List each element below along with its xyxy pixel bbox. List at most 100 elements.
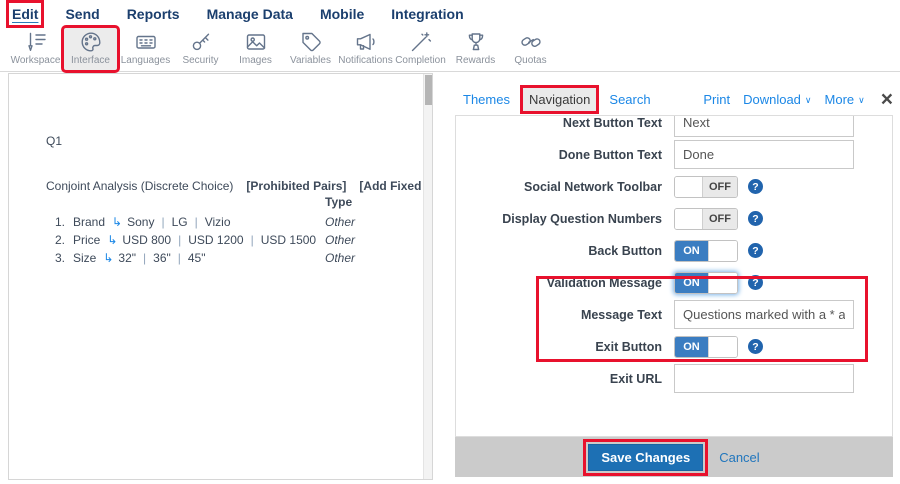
- attribute-index: 2.: [55, 231, 73, 249]
- attribute-name: Size: [73, 251, 96, 265]
- toolbar-item-label: Security: [182, 55, 218, 66]
- toolbar-item-completion[interactable]: Completion: [393, 27, 448, 71]
- form-row-back-button: Back Button ON?: [456, 236, 892, 265]
- attribute-level: 45": [188, 251, 206, 265]
- exit-button-toggle[interactable]: ON: [674, 336, 738, 358]
- attribute-level: USD 1500: [261, 233, 316, 247]
- level-separator: |: [195, 215, 198, 229]
- close-icon[interactable]: ×: [881, 89, 893, 110]
- chevron-down-icon: ∨: [805, 95, 812, 105]
- tab-themes[interactable]: Themes: [457, 88, 516, 111]
- print-link[interactable]: Print: [703, 92, 730, 107]
- attribute-name: Price: [73, 233, 100, 247]
- nav-item-integration[interactable]: Integration: [391, 6, 463, 22]
- top-nav: Edit Send Reports Manage Data Mobile Integrat…: [0, 0, 464, 27]
- toolbar-item-interface[interactable]: Interface: [63, 27, 118, 71]
- nav-item-manage-data[interactable]: Manage Data: [207, 6, 293, 22]
- help-icon[interactable]: ?: [748, 339, 763, 354]
- toolbar-item-variables[interactable]: Variables: [283, 27, 338, 71]
- level-separator: |: [143, 251, 146, 265]
- level-separator: |: [178, 251, 181, 265]
- attribute-index: 1.: [55, 213, 73, 231]
- toolbar-item-label: Workspace: [11, 55, 61, 66]
- level-arrow-icon: ↳: [112, 215, 122, 229]
- attribute-type: Other: [325, 231, 355, 249]
- nav-item-send[interactable]: Send: [65, 6, 99, 22]
- toolbar-item-label: Images: [239, 55, 272, 66]
- attribute-level: 32": [118, 251, 136, 265]
- panel-tabs: Themes Navigation Search: [457, 88, 657, 111]
- validation-message-toggle[interactable]: ON: [674, 272, 738, 294]
- toolbar-item-languages[interactable]: Languages: [118, 27, 173, 71]
- field-label: Exit URL: [456, 372, 662, 386]
- toolbar-item-workspace[interactable]: Workspace: [8, 27, 63, 71]
- field-label: Display Question Numbers: [456, 212, 662, 226]
- settings-form: Next Button TextDone Button TextSocial N…: [455, 115, 893, 437]
- toolbar-item-rewards[interactable]: Rewards: [448, 27, 503, 71]
- form-rows: Next Button TextDone Button TextSocial N…: [456, 115, 892, 393]
- more-label: More: [825, 92, 855, 107]
- image-icon: [244, 30, 268, 54]
- question-link-add-fixed-tasks[interactable]: [Add Fixed Tasks: [359, 179, 433, 193]
- help-icon[interactable]: ?: [748, 275, 763, 290]
- form-row-message-text: Message Text: [456, 300, 892, 329]
- field-label: Back Button: [456, 244, 662, 258]
- toolbar-item-notifications[interactable]: Notifications: [338, 27, 393, 71]
- save-changes-button[interactable]: Save Changes: [588, 444, 703, 471]
- toggle-state-label: OFF: [703, 177, 737, 197]
- help-icon[interactable]: ?: [748, 243, 763, 258]
- attribute-row: 1.Brand↳Sony|LG|VizioOther: [46, 213, 416, 231]
- level-separator: |: [178, 233, 181, 247]
- survey-preview-panel: Q1 Conjoint Analysis (Discrete Choice) […: [8, 73, 433, 480]
- attribute-level: 36": [153, 251, 171, 265]
- field-label: Validation Message: [456, 276, 662, 290]
- toolbar-item-label: Completion: [395, 55, 446, 66]
- question-number: Q1: [46, 134, 416, 148]
- attribute-level: USD 1200: [188, 233, 243, 247]
- attribute-level: Sony: [127, 215, 154, 229]
- preview-scrollbar[interactable]: [423, 74, 432, 479]
- header-actions: Print Download∨ More∨ ×: [703, 89, 893, 110]
- toolbar-item-label: Languages: [121, 55, 171, 66]
- tag-icon: [299, 30, 323, 54]
- question-link-prohibited-pairs[interactable]: [Prohibited Pairs]: [246, 179, 346, 193]
- toolbar-item-quotas[interactable]: Quotas: [503, 27, 558, 71]
- attribute-index: 3.: [55, 249, 73, 267]
- tab-search[interactable]: Search: [603, 88, 656, 111]
- level-separator: |: [251, 233, 254, 247]
- exit-url-input[interactable]: [674, 364, 854, 393]
- toggle-knob: [675, 177, 703, 197]
- toolbar-item-images[interactable]: Images: [228, 27, 283, 71]
- cancel-link[interactable]: Cancel: [719, 450, 759, 465]
- more-link[interactable]: More∨: [825, 92, 865, 107]
- type-column-header: Type: [325, 195, 416, 211]
- toolbar-item-label: Variables: [290, 55, 331, 66]
- next-button-text-input[interactable]: [674, 115, 854, 137]
- scrollbar-thumb[interactable]: [425, 75, 432, 105]
- help-icon[interactable]: ?: [748, 179, 763, 194]
- form-row-exit-button: Exit ButtonON?: [456, 332, 892, 361]
- attribute-level: Vizio: [205, 215, 231, 229]
- megaphone-icon: [354, 30, 378, 54]
- toggle-state-label: ON: [675, 241, 708, 261]
- social-network-toolbar-toggle[interactable]: OFF: [674, 176, 738, 198]
- back-button-toggle[interactable]: ON: [674, 240, 738, 262]
- toggle-state-label: ON: [675, 273, 708, 293]
- palette-icon: [79, 30, 103, 54]
- download-link[interactable]: Download∨: [743, 92, 811, 107]
- toolbar-item-security[interactable]: Security: [173, 27, 228, 71]
- tab-navigation[interactable]: Navigation: [523, 88, 596, 111]
- toggle-state-label: OFF: [703, 209, 737, 229]
- toggle-state-label: ON: [675, 337, 708, 357]
- nav-item-edit[interactable]: Edit: [12, 6, 38, 22]
- done-button-text-input[interactable]: [674, 140, 854, 169]
- message-text-input[interactable]: [674, 300, 854, 329]
- preview-content: Q1 Conjoint Analysis (Discrete Choice) […: [9, 74, 432, 267]
- nav-item-reports[interactable]: Reports: [127, 6, 180, 22]
- toggle-knob: [708, 337, 737, 357]
- help-icon[interactable]: ?: [748, 211, 763, 226]
- panel-header: Themes Navigation Search Print Download∨ M…: [455, 85, 893, 113]
- nav-item-mobile[interactable]: Mobile: [320, 6, 364, 22]
- settings-panel: Themes Navigation Search Print Download∨ M…: [455, 85, 893, 477]
- display-question-numbers-toggle[interactable]: OFF: [674, 208, 738, 230]
